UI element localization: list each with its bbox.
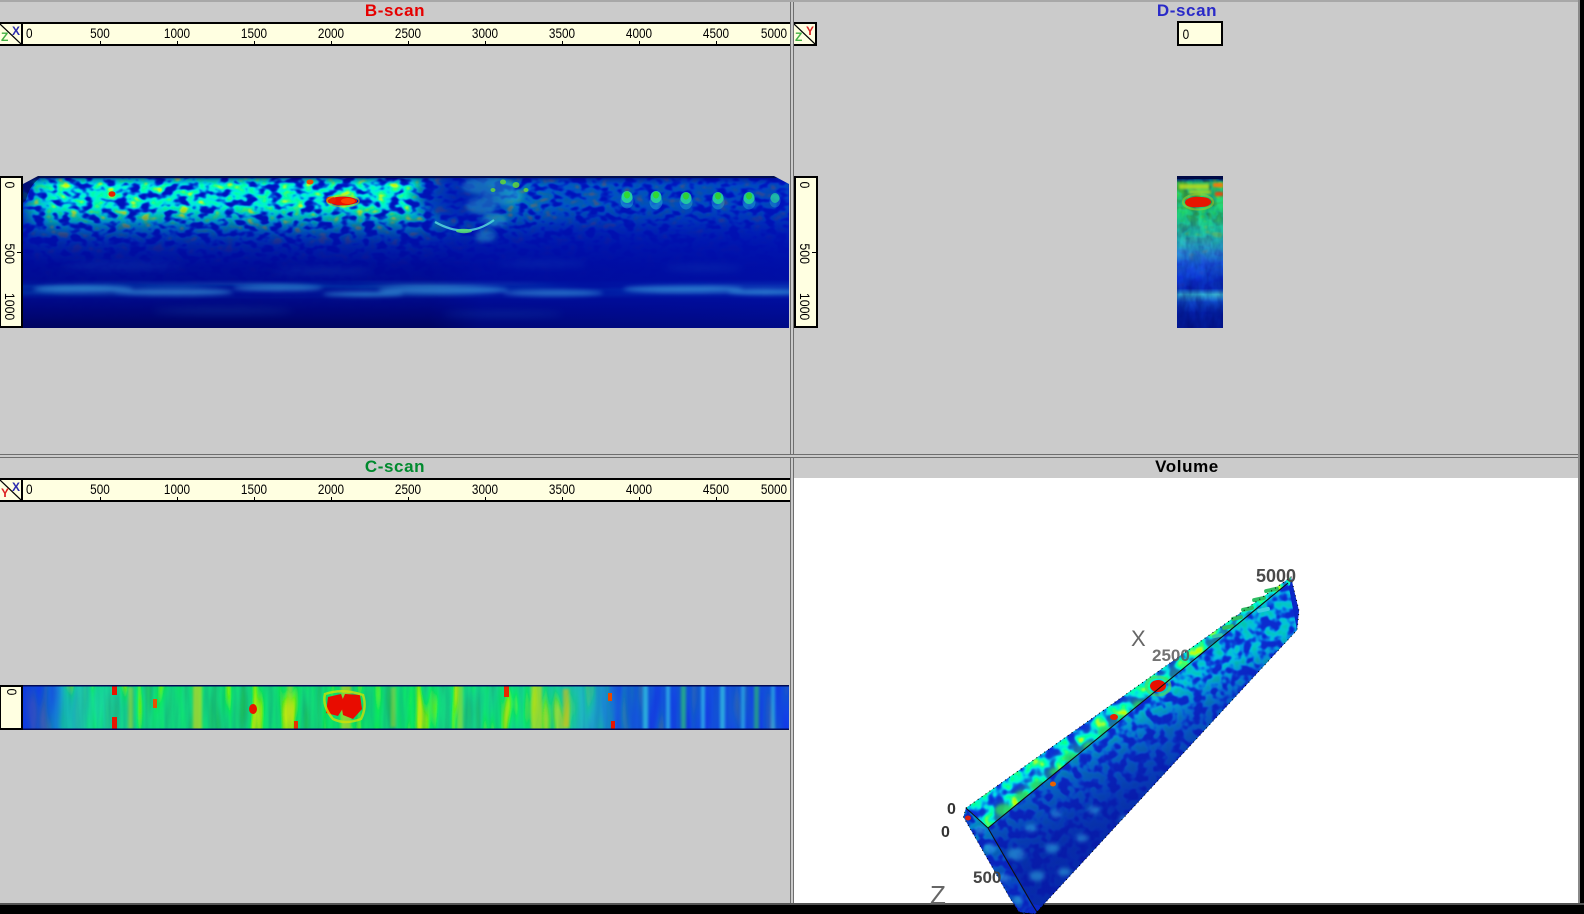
svg-text:0: 0 — [947, 801, 956, 818]
svg-text:2500: 2500 — [1152, 646, 1190, 665]
svg-text:Z: Z — [930, 880, 946, 910]
svg-text:X: X — [1131, 626, 1146, 651]
svg-text:5000: 5000 — [1256, 566, 1296, 586]
svg-text:500: 500 — [973, 868, 1001, 887]
svg-text:0: 0 — [941, 824, 950, 841]
